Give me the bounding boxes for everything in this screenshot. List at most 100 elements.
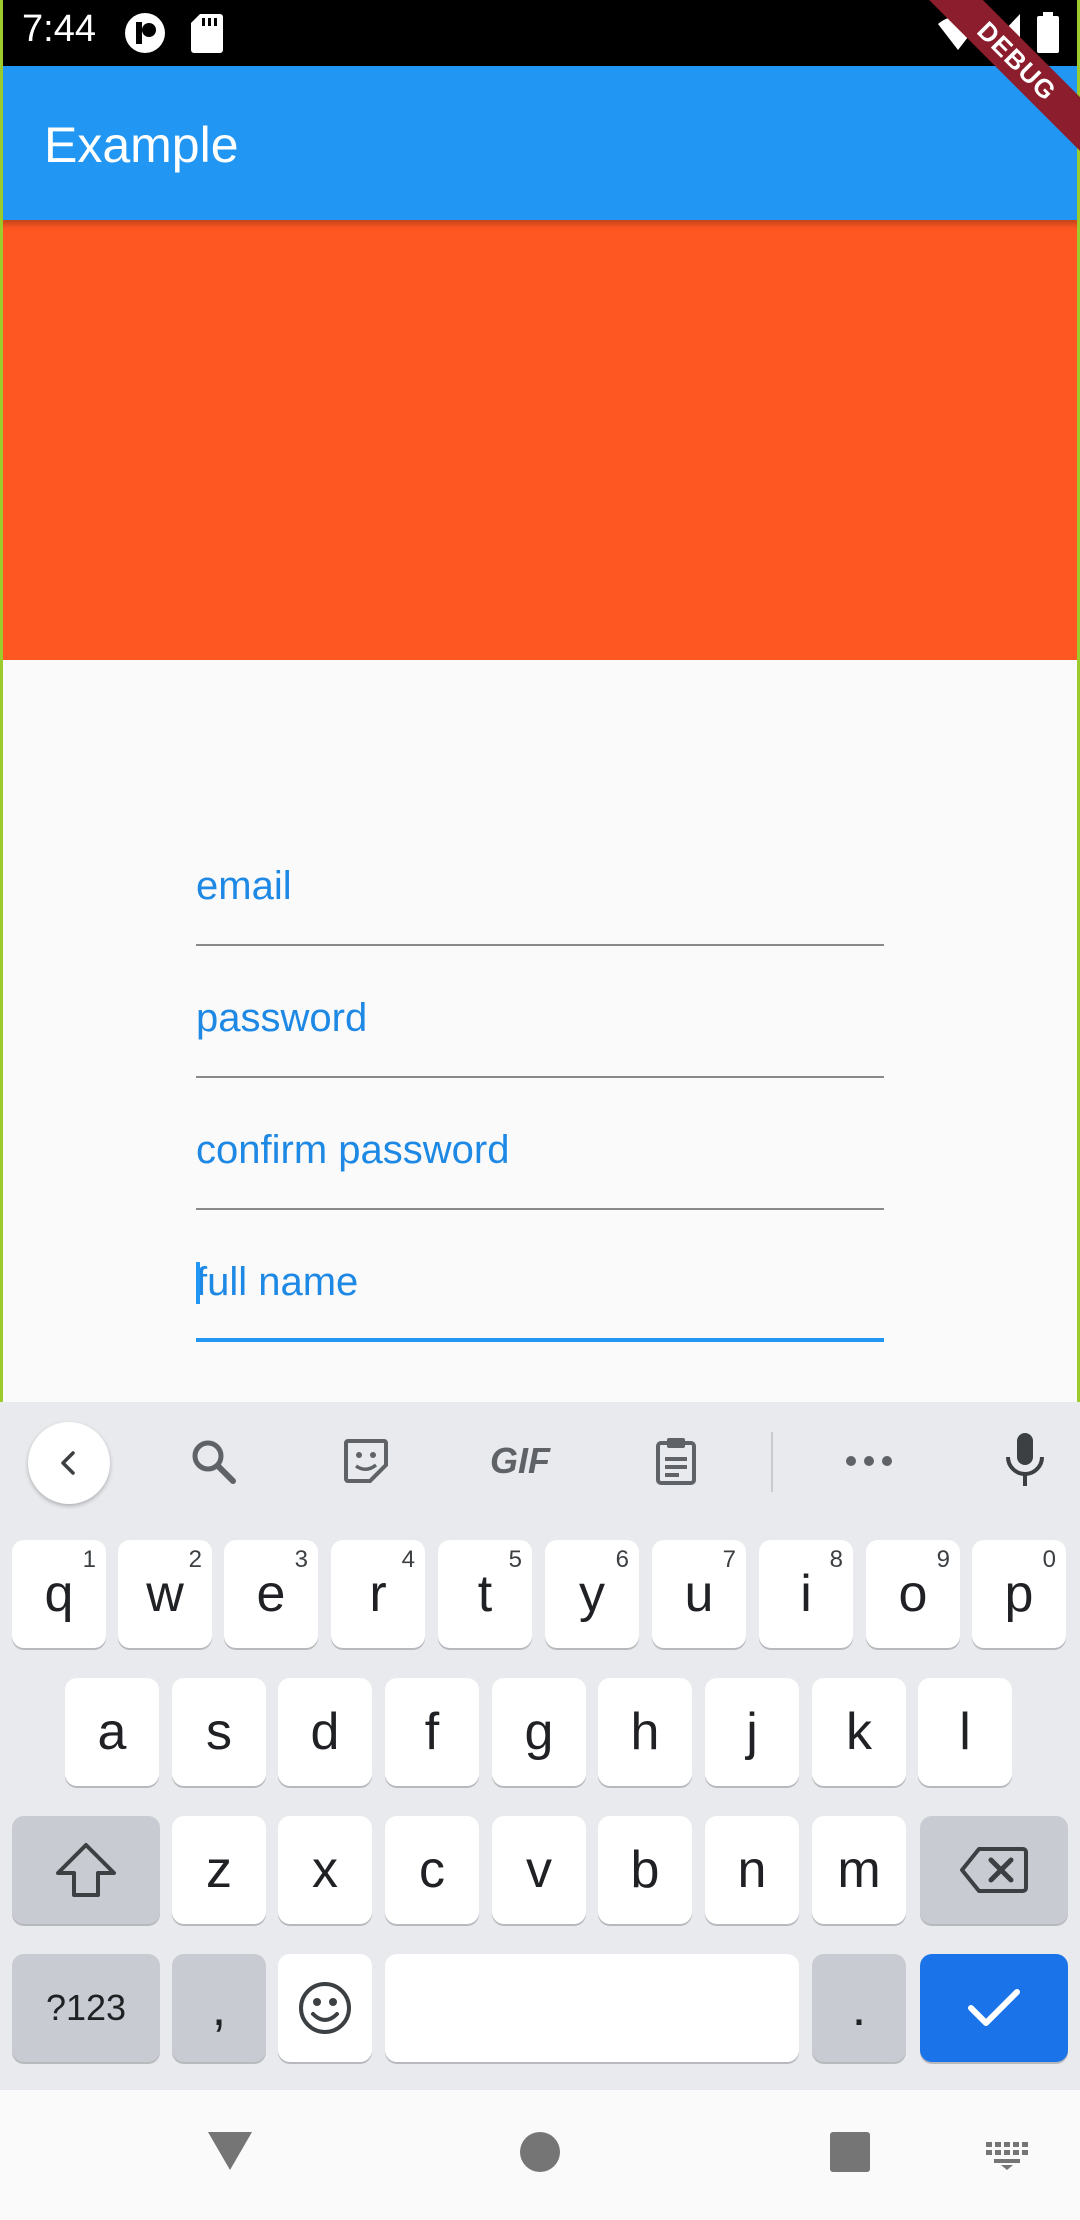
key-l[interactable]: l: [918, 1678, 1012, 1786]
key-t-hint: 5: [508, 1546, 522, 1573]
key-k[interactable]: k: [812, 1678, 906, 1786]
key-y-label: y: [579, 1565, 605, 1623]
confirm-password-field[interactable]: confirm password: [196, 1110, 884, 1210]
sd-card-icon: [190, 12, 224, 59]
key-n[interactable]: n: [705, 1816, 799, 1924]
search-button[interactable]: [178, 1426, 248, 1496]
key-f[interactable]: f: [385, 1678, 479, 1786]
shift-icon: [56, 1843, 116, 1897]
mic-icon: [1006, 1433, 1044, 1486]
key-i-hint: 8: [829, 1546, 843, 1573]
notification-app-icon: [124, 12, 166, 59]
key-a[interactable]: a: [65, 1678, 159, 1786]
clipboard-button[interactable]: [641, 1426, 711, 1496]
key-u[interactable]: u7: [652, 1540, 746, 1648]
key-w[interactable]: w2: [118, 1540, 212, 1648]
comma-key[interactable]: ,: [172, 1954, 266, 2062]
key-d[interactable]: d: [278, 1678, 372, 1786]
key-q[interactable]: q1: [12, 1540, 106, 1648]
checkmark-icon: [968, 1989, 1020, 2026]
key-o-hint: 9: [936, 1546, 950, 1573]
password-field-underline: [196, 1076, 884, 1078]
collapse-toolbar-button[interactable]: [28, 1422, 110, 1504]
period-key[interactable]: .: [812, 1954, 906, 2062]
debug-banner: DEBUG: [922, 0, 1080, 156]
symbols-key[interactable]: ?123: [12, 1954, 160, 2062]
key-p-hint: 0: [1042, 1546, 1056, 1573]
key-u-hint: 7: [722, 1546, 736, 1573]
key-t[interactable]: t5: [438, 1540, 532, 1648]
more-button[interactable]: [834, 1426, 904, 1496]
key-p-label: p: [1004, 1565, 1034, 1623]
key-s[interactable]: s: [172, 1678, 266, 1786]
keyboard: GIF q1 w2 e3 r4 t5 y6 u7 i8 o9 p0 a s d …: [0, 1402, 1080, 2090]
hero-banner: [0, 220, 1080, 660]
backspace-icon: [960, 1847, 1028, 1893]
confirm-password-field-underline: [196, 1208, 884, 1210]
key-u-label: u: [684, 1565, 714, 1623]
more-icon: [846, 1456, 892, 1466]
email-field-label: email: [196, 864, 292, 908]
key-g[interactable]: g: [492, 1678, 586, 1786]
gif-button[interactable]: GIF: [484, 1426, 556, 1496]
key-q-label: q: [44, 1565, 74, 1623]
recents-nav-icon[interactable]: [828, 2130, 872, 2174]
key-y[interactable]: y6: [545, 1540, 639, 1648]
key-m[interactable]: m: [812, 1816, 906, 1924]
key-z[interactable]: z: [172, 1816, 266, 1924]
key-r[interactable]: r4: [331, 1540, 425, 1648]
key-b[interactable]: b: [598, 1816, 692, 1924]
status-time: 7:44: [22, 8, 96, 50]
key-x[interactable]: x: [278, 1816, 372, 1924]
key-i-label: i: [800, 1565, 812, 1623]
sticker-button[interactable]: [331, 1426, 401, 1496]
key-q-hint: 1: [82, 1546, 96, 1573]
email-field-underline: [196, 944, 884, 946]
key-v[interactable]: v: [492, 1816, 586, 1924]
gif-label: GIF: [490, 1440, 550, 1481]
home-nav-icon[interactable]: [518, 2130, 562, 2174]
password-field-label: password: [196, 996, 368, 1040]
shift-key[interactable]: [12, 1816, 160, 1924]
space-key[interactable]: [385, 1954, 799, 2062]
debug-banner-wrap: DEBUG: [910, 0, 1080, 170]
emoji-key[interactable]: [278, 1954, 372, 2062]
keyboard-switch-icon[interactable]: [984, 2140, 1030, 2170]
key-e-hint: 3: [294, 1546, 308, 1573]
sticker-icon: [344, 1439, 388, 1483]
key-c[interactable]: c: [385, 1816, 479, 1924]
key-w-hint: 2: [188, 1546, 202, 1573]
page-title: Example: [44, 117, 239, 173]
search-icon: [192, 1440, 236, 1484]
navigation-bar: [0, 2090, 1080, 2220]
keyboard-toolbar: GIF: [0, 1402, 1080, 1520]
emoji-icon: [299, 1982, 351, 2034]
full-name-field[interactable]: full name: [196, 1242, 884, 1342]
backspace-key[interactable]: [920, 1816, 1068, 1924]
key-y-hint: 6: [615, 1546, 629, 1573]
key-e[interactable]: e3: [224, 1540, 318, 1648]
key-h[interactable]: h: [598, 1678, 692, 1786]
key-r-hint: 4: [401, 1546, 415, 1573]
voice-input-button[interactable]: [990, 1426, 1060, 1496]
full-name-field-label: full name: [196, 1260, 359, 1304]
text-cursor: [196, 1262, 200, 1304]
key-t-label: t: [477, 1565, 493, 1623]
done-key[interactable]: [920, 1954, 1068, 2062]
email-field[interactable]: email: [196, 846, 884, 946]
key-o[interactable]: o9: [866, 1540, 960, 1648]
full-name-field-underline: [196, 1338, 884, 1342]
key-r-label: r: [369, 1565, 387, 1623]
key-p[interactable]: p0: [972, 1540, 1066, 1648]
toolbar-divider: [771, 1432, 773, 1492]
key-j[interactable]: j: [705, 1678, 799, 1786]
key-o-label: o: [898, 1565, 928, 1623]
chevron-left-icon: [61, 1451, 75, 1475]
key-i[interactable]: i8: [759, 1540, 853, 1648]
key-e-label: e: [256, 1565, 286, 1623]
back-nav-icon[interactable]: [205, 2128, 255, 2174]
password-field[interactable]: password: [196, 978, 884, 1078]
key-w-label: w: [146, 1565, 184, 1623]
clipboard-icon: [656, 1438, 696, 1485]
debug-frame-left: [0, 0, 3, 1402]
